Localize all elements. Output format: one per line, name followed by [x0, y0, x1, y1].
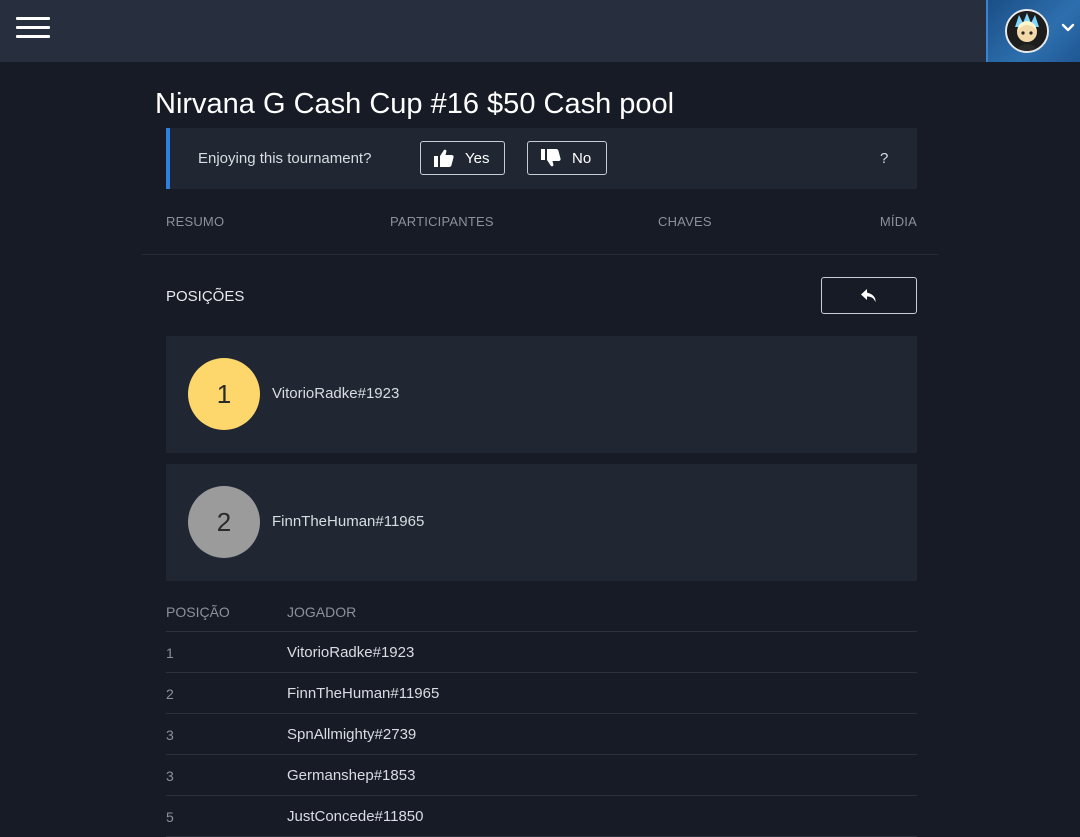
top-bar — [0, 0, 1080, 62]
tabs-divider — [142, 254, 938, 255]
reply-arrow-icon — [861, 288, 876, 302]
table-row: 3 SpnAllmighty#2739 — [166, 714, 917, 755]
podium-player-name[interactable]: VitorioRadke#1923 — [272, 385, 399, 402]
no-label: No — [572, 149, 592, 167]
rank-medal-gold: 1 — [188, 358, 260, 430]
row-position: 2 — [166, 686, 174, 702]
table-row: 1 VitorioRadke#1923 — [166, 632, 917, 673]
chevron-down-icon[interactable] — [1060, 20, 1076, 36]
tab-midia[interactable]: MÍDIA — [880, 214, 917, 229]
row-player[interactable]: JustConcede#11850 — [287, 808, 424, 825]
standings-title: POSIÇÕES — [166, 288, 245, 305]
row-position: 3 — [166, 727, 174, 743]
tab-resumo[interactable]: RESUMO — [166, 214, 224, 229]
row-position: 5 — [166, 809, 174, 825]
row-position: 3 — [166, 768, 174, 784]
user-avatar[interactable] — [1005, 9, 1049, 53]
thumbs-down-icon — [541, 149, 561, 167]
column-header-position: POSIÇÃO — [166, 604, 230, 620]
table-row: 5 JustConcede#11850 — [166, 796, 917, 837]
help-button[interactable]: ? — [880, 150, 888, 167]
row-player[interactable]: VitorioRadke#1923 — [287, 644, 414, 661]
column-header-player: JOGADOR — [287, 604, 357, 620]
yes-button[interactable]: Yes — [420, 141, 505, 175]
no-button[interactable]: No — [527, 141, 607, 175]
row-player[interactable]: Germanshep#1853 — [287, 767, 415, 784]
tournament-title: Nirvana G Cash Cup #16 $50 Cash pool — [155, 88, 675, 120]
account-menu[interactable] — [986, 0, 1080, 62]
podium-second: 2 FinnTheHuman#11965 — [166, 464, 917, 581]
tab-chaves[interactable]: CHAVES — [658, 214, 712, 229]
table-row: 3 Germanshep#1853 — [166, 755, 917, 796]
feedback-prompt: Enjoying this tournament? — [198, 150, 372, 167]
row-position: 1 — [166, 645, 174, 661]
podium-player-name[interactable]: FinnTheHuman#11965 — [272, 513, 424, 530]
table-header: POSIÇÃO JOGADOR — [166, 596, 917, 632]
hamburger-menu-icon[interactable] — [16, 15, 50, 41]
feedback-bar: Enjoying this tournament? Yes No ? — [166, 128, 917, 189]
back-button[interactable] — [821, 277, 917, 314]
podium-first: 1 VitorioRadke#1923 — [166, 336, 917, 453]
row-player[interactable]: FinnTheHuman#11965 — [287, 685, 439, 702]
yes-label: Yes — [465, 149, 490, 167]
thumbs-up-icon — [434, 149, 454, 167]
rank-medal-silver: 2 — [188, 486, 260, 558]
tournament-tabs: RESUMO PARTICIPANTES CHAVES MÍDIA — [166, 214, 917, 230]
row-player[interactable]: SpnAllmighty#2739 — [287, 726, 416, 743]
tab-participantes[interactable]: PARTICIPANTES — [390, 214, 494, 229]
table-row: 2 FinnTheHuman#11965 — [166, 673, 917, 714]
standings-table: POSIÇÃO JOGADOR 1 VitorioRadke#1923 2 Fi… — [166, 596, 917, 837]
